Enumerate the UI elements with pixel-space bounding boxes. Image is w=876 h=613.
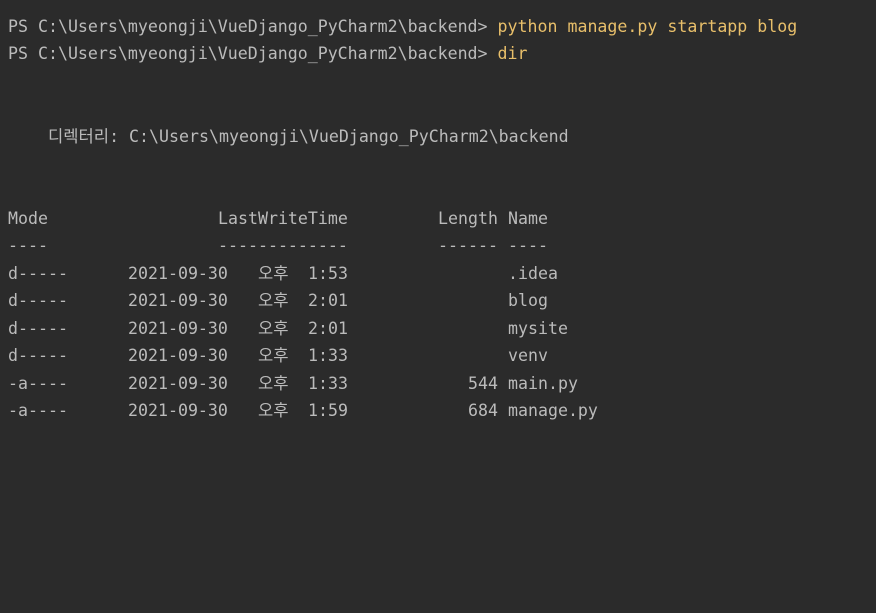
- row-ampm: 오후: [258, 291, 289, 310]
- directory-line: 디렉터리: C:\Users\myeongji\VueDjango_PyChar…: [48, 127, 569, 146]
- row-mode: d-----: [8, 291, 68, 310]
- table-row: d----- 2021-09-30 오후 1:33 venv: [8, 342, 868, 369]
- column-header-lastwritetime: LastWriteTime: [218, 209, 348, 228]
- row-mode: d-----: [8, 319, 68, 338]
- table-row: -a---- 2021-09-30 오후 1:59 684 manage.py: [8, 397, 868, 424]
- command-text: dir: [497, 44, 528, 63]
- underline-length: ------: [438, 236, 498, 255]
- row-length: 544: [468, 374, 498, 393]
- row-ampm: 오후: [258, 401, 289, 420]
- row-date: 2021-09-30: [128, 291, 228, 310]
- row-time: 1:53: [308, 264, 348, 283]
- row-date: 2021-09-30: [128, 264, 228, 283]
- table-row: d----- 2021-09-30 오후 2:01 mysite: [8, 315, 868, 342]
- row-mode: d-----: [8, 264, 68, 283]
- column-header-name: Name: [508, 209, 548, 228]
- command-line-1: PS C:\Users\myeongji\VueDjango_PyCharm2\…: [8, 13, 797, 40]
- row-name: blog: [508, 291, 548, 310]
- row-time: 1:33: [308, 374, 348, 393]
- row-name: venv: [508, 346, 548, 365]
- row-mode: d-----: [8, 346, 68, 365]
- prompt-text: PS C:\Users\myeongji\VueDjango_PyCharm2\…: [8, 44, 498, 63]
- row-length: 684: [468, 401, 498, 420]
- column-header-length: Length: [438, 209, 498, 228]
- underline-lastwritetime: -------------: [218, 236, 348, 255]
- terminal-window[interactable]: PS C:\Users\myeongji\VueDjango_PyCharm2\…: [0, 0, 876, 463]
- underline-mode: ----: [8, 236, 48, 255]
- column-header-mode: Mode: [8, 209, 48, 228]
- table-header: Mode LastWriteTime Length Name: [8, 205, 868, 232]
- prompt-text: PS C:\Users\myeongji\VueDjango_PyCharm2\…: [8, 17, 498, 36]
- row-date: 2021-09-30: [128, 346, 228, 365]
- row-date: 2021-09-30: [128, 374, 228, 393]
- row-mode: -a----: [8, 374, 68, 393]
- row-ampm: 오후: [258, 319, 289, 338]
- row-mode: -a----: [8, 401, 68, 420]
- row-date: 2021-09-30: [128, 401, 228, 420]
- row-time: 1:33: [308, 346, 348, 365]
- table-row: -a---- 2021-09-30 오후 1:33 544 main.py: [8, 370, 868, 397]
- command-text: python manage.py startapp blog: [497, 17, 798, 36]
- row-time: 2:01: [308, 291, 348, 310]
- row-ampm: 오후: [258, 264, 289, 283]
- row-time: 2:01: [308, 319, 348, 338]
- row-ampm: 오후: [258, 346, 289, 365]
- row-name: .idea: [508, 264, 558, 283]
- table-row: d----- 2021-09-30 오후 2:01 blog: [8, 287, 868, 314]
- row-name: manage.py: [508, 401, 598, 420]
- row-date: 2021-09-30: [128, 319, 228, 338]
- underline-name: ----: [508, 236, 548, 255]
- row-name: main.py: [508, 374, 578, 393]
- row-name: mysite: [508, 319, 568, 338]
- table-header-underline: ---- ------------- ------ ----: [8, 232, 868, 259]
- table-row: d----- 2021-09-30 오후 1:53 .idea: [8, 260, 868, 287]
- command-line-2: PS C:\Users\myeongji\VueDjango_PyCharm2\…: [8, 40, 528, 67]
- row-ampm: 오후: [258, 374, 289, 393]
- row-time: 1:59: [308, 401, 348, 420]
